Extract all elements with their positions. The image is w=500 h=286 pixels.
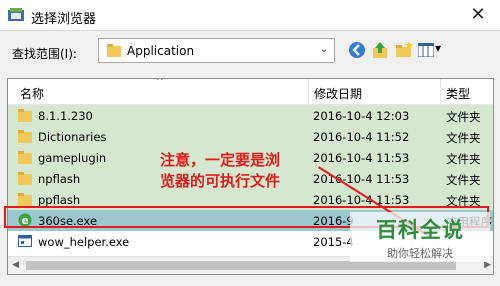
back-button[interactable] bbox=[347, 40, 367, 60]
close-button[interactable]: ✕ bbox=[466, 4, 490, 26]
list-item[interactable]: Dictionaries 2016-10-4 11:52 文件夹 bbox=[8, 126, 493, 147]
watermark-title: 百科全说 bbox=[376, 218, 464, 242]
item-name: ppflash bbox=[38, 193, 81, 207]
column-header-type[interactable]: 类型 bbox=[446, 85, 470, 102]
view-grid-icon bbox=[418, 43, 434, 57]
window-title: 选择浏览器 bbox=[31, 12, 97, 27]
view-menu-button[interactable]: ▾ bbox=[418, 40, 444, 60]
column-header-date[interactable]: 修改日期 bbox=[314, 85, 362, 102]
watermark: 百科全说 助你轻松解决 bbox=[350, 212, 490, 262]
annotation-line: 注意，一定要是浏 bbox=[159, 151, 280, 169]
folder-icon bbox=[18, 151, 32, 164]
scroll-left-icon[interactable]: ◀ bbox=[12, 260, 19, 270]
item-type: 文件夹 bbox=[446, 152, 481, 166]
annotation-text: 注意，一定要是浏 览器的可执行文件 bbox=[139, 150, 301, 192]
item-name: wow_helper.exe bbox=[38, 235, 130, 249]
item-date: 2015-4 bbox=[313, 235, 354, 249]
list-header: ^ 名称 修改日期 类型 bbox=[8, 78, 493, 105]
app-icon bbox=[8, 8, 24, 21]
folder-icon bbox=[107, 44, 121, 57]
column-header-name[interactable]: 名称 bbox=[20, 85, 44, 102]
column-divider[interactable] bbox=[440, 79, 441, 104]
folder-icon bbox=[18, 130, 32, 143]
item-date: 2016-10-4 11:53 bbox=[313, 151, 410, 165]
item-name: 8.1.1.230 bbox=[38, 109, 93, 123]
sort-ascending-icon: ^ bbox=[156, 78, 164, 87]
view-dropdown-arrow: ▾ bbox=[435, 41, 442, 55]
look-in-label: 查找范围(I): bbox=[12, 47, 77, 61]
item-date: 2016-10-4 11:52 bbox=[313, 130, 410, 144]
list-item[interactable]: 8.1.1.230 2016-10-4 12:03 文件夹 bbox=[8, 105, 493, 126]
up-folder-button[interactable] bbox=[370, 40, 390, 60]
item-date: 2016-10-4 12:03 bbox=[313, 109, 410, 123]
folder-icon bbox=[18, 172, 32, 185]
scrollbar-thumb[interactable] bbox=[26, 261, 456, 270]
chevron-down-icon: ⌄ bbox=[319, 44, 328, 55]
item-type: 文件夹 bbox=[446, 173, 481, 187]
item-name: npflash bbox=[38, 172, 81, 186]
annotation-line: 览器的可执行文件 bbox=[159, 172, 280, 190]
column-divider[interactable] bbox=[308, 79, 309, 104]
folder-icon bbox=[18, 193, 32, 206]
look-in-dropdown[interactable]: Application ⌄ bbox=[98, 38, 335, 63]
new-folder-button[interactable] bbox=[394, 40, 414, 60]
look-in-value: Application bbox=[127, 44, 195, 58]
item-name: Dictionaries bbox=[38, 130, 107, 144]
item-name: gameplugin bbox=[38, 151, 107, 165]
folder-icon bbox=[18, 109, 32, 122]
item-type: 文件夹 bbox=[446, 110, 481, 124]
exe-icon bbox=[18, 235, 32, 247]
watermark-subtitle: 助你轻松解决 bbox=[387, 247, 453, 260]
title-bar: 选择浏览器 ✕ bbox=[0, 0, 500, 31]
item-type: 文件夹 bbox=[446, 131, 481, 145]
